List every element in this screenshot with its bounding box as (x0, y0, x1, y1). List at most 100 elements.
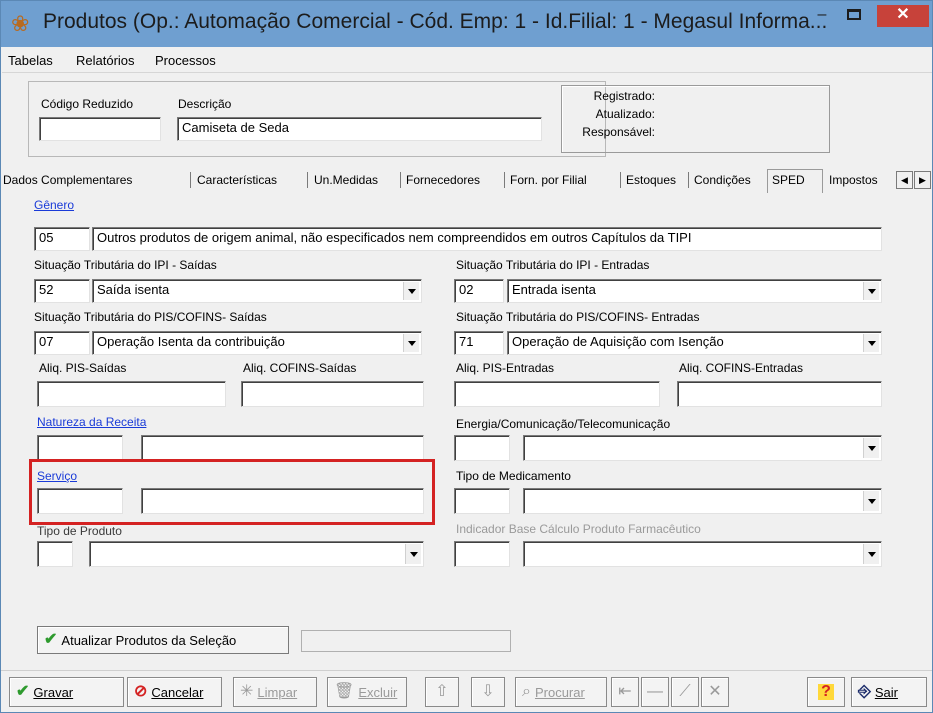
ipi-saidas-code-input[interactable]: 52 (34, 279, 90, 303)
app-leaf-icon: ❀ (11, 11, 30, 36)
ipi-entradas-label: Situação Tributária do IPI - Entradas (456, 258, 650, 272)
ipi-entradas-value: Entrada isenta (512, 282, 596, 297)
cancelar-button[interactable]: ⊘ Cancelar (127, 677, 222, 707)
genero-link[interactable]: Gênero (34, 198, 74, 212)
registrado-label: Registrado: (593, 89, 655, 103)
ipi-saidas-value: Saída isenta (97, 282, 170, 297)
tab-condicoes[interactable]: Condições (694, 173, 751, 187)
tab-fornecedores[interactable]: Fornecedores (406, 173, 480, 187)
tab-estoques[interactable]: Estoques (626, 173, 676, 187)
tab-separator (190, 172, 191, 188)
menu-tabelas[interactable]: Tabelas (8, 53, 53, 68)
natureza-receita-link[interactable]: Natureza da Receita (37, 415, 146, 429)
energia-label: Energia/Comunicação/Telecomunicação (456, 417, 671, 431)
search-icon: ⌕ (522, 683, 531, 700)
close-button[interactable]: ✕ (877, 5, 929, 27)
tab-caracteristicas[interactable]: Características (197, 173, 277, 187)
pis-saidas-select[interactable]: Operação Isenta da contribuição (92, 331, 422, 355)
aliq-cofins-entradas-label: Aliq. COFINS-Entradas (679, 361, 804, 375)
chevron-down-icon[interactable] (863, 491, 879, 511)
procurar-label: Procurar (534, 684, 585, 700)
tab-scroll-right-button[interactable]: ▶ (914, 171, 931, 189)
title-bar[interactable]: ❀ Produtos (Op.: Automação Comercial - C… (1, 1, 932, 47)
medicamento-select[interactable] (523, 488, 882, 514)
limpar-button[interactable]: ✳ Limpar (233, 677, 317, 707)
pis-entradas-code-input[interactable]: 71 (454, 331, 504, 355)
arrow-up-icon: ⇧ (435, 683, 449, 700)
chevron-down-icon[interactable] (863, 544, 879, 564)
minimize-button[interactable]: – (809, 5, 835, 27)
procurar-button[interactable]: ⌕ Procurar (515, 677, 607, 707)
bottom-toolbar: ✔ Gravar ⊘ Cancelar ✳ Limpar 🗑 Excluir ⇧… (1, 670, 932, 712)
ipi-entradas-select[interactable]: Entrada isenta (507, 279, 882, 303)
energia-code-input[interactable] (454, 435, 510, 461)
tab-separator (400, 172, 401, 188)
genero-desc-input[interactable]: Outros produtos de origem animal, não es… (92, 227, 882, 251)
descricao-input[interactable]: Camiseta de Seda (177, 117, 542, 141)
aliq-cofins-saidas-input[interactable] (241, 381, 424, 407)
tab-un-medidas[interactable]: Un.Medidas (314, 173, 378, 187)
genero-code-input[interactable]: 05 (34, 227, 90, 251)
gravar-button[interactable]: ✔ Gravar (9, 677, 124, 707)
excluir-button[interactable]: 🗑 Excluir (327, 677, 407, 707)
pis-saidas-code-input[interactable]: 07 (34, 331, 90, 355)
tab-sped[interactable]: SPED (767, 169, 823, 193)
tab-impostos[interactable]: Impostos (829, 173, 878, 187)
tab-strip: Dados Complementares Características Un.… (1, 169, 932, 193)
indicador-code-input[interactable] (454, 541, 510, 567)
chevron-down-icon[interactable] (405, 544, 421, 564)
tipo-produto-select[interactable] (89, 541, 424, 567)
line-button[interactable]: — (641, 677, 669, 707)
app-window: ❀ Produtos (Op.: Automação Comercial - C… (0, 0, 933, 713)
chevron-down-icon[interactable] (403, 282, 419, 300)
move-down-button[interactable]: ⇩ (471, 677, 505, 707)
window-title: Produtos (Op.: Automação Comercial - Cód… (43, 10, 828, 33)
aliq-pis-entradas-label: Aliq. PIS-Entradas (456, 361, 555, 375)
indicador-base-label: Indicador Base Cálculo Produto Farmacêut… (456, 522, 701, 536)
remove-button[interactable]: ✕ (701, 677, 729, 707)
natureza-desc-input[interactable] (141, 435, 424, 461)
menu-relatorios[interactable]: Relatórios (76, 53, 135, 68)
aliq-pis-saidas-label: Aliq. PIS-Saídas (39, 361, 127, 375)
aliq-pis-entradas-input[interactable] (454, 381, 660, 407)
chevron-down-icon[interactable] (403, 334, 419, 352)
pis-entradas-select[interactable]: Operação de Aquisição com Isenção (507, 331, 882, 355)
help-button[interactable]: ? (807, 677, 845, 707)
chevron-down-icon[interactable] (863, 334, 879, 352)
aliq-cofins-saidas-label: Aliq. COFINS-Saídas (243, 361, 357, 375)
energia-select[interactable] (523, 435, 882, 461)
menu-processos[interactable]: Processos (155, 53, 216, 68)
chart-button[interactable]: ⟋ (671, 677, 699, 707)
tab-scroll-left-button[interactable]: ◀ (896, 171, 913, 189)
maximize-icon (847, 9, 861, 20)
tab-forn-por-filial[interactable]: Forn. por Filial (510, 173, 587, 187)
pis-saidas-label: Situação Tributária do PIS/COFINS- Saída… (34, 310, 267, 324)
sair-button[interactable]: ⎆ Sair (851, 677, 927, 707)
move-up-button[interactable]: ⇧ (425, 677, 459, 707)
natureza-code-input[interactable] (37, 435, 123, 461)
atualizar-produtos-button[interactable]: ✔ Atualizar Produtos da Seleção (37, 626, 289, 654)
tab-dados-complementares[interactable]: Dados Complementares (3, 173, 132, 187)
trash-icon: 🗑 (334, 683, 355, 700)
ipi-saidas-label: Situação Tributária do IPI - Saídas (34, 258, 217, 272)
tipo-produto-code-input[interactable] (37, 541, 73, 567)
ipi-entradas-code-input[interactable]: 02 (454, 279, 504, 303)
codigo-reduzido-input[interactable] (39, 117, 161, 141)
tab-scroll: ◀ ▶ (896, 171, 932, 189)
chevron-down-icon[interactable] (863, 282, 879, 300)
tab-separator (307, 172, 308, 188)
aliq-cofins-entradas-input[interactable] (677, 381, 882, 407)
atualizado-label: Atualizado: (595, 107, 655, 121)
chevron-down-icon[interactable] (863, 438, 879, 458)
first-button[interactable]: ⇤ (611, 677, 639, 707)
tipo-produto-label: Tipo de Produto (37, 524, 122, 538)
medicamento-code-input[interactable] (454, 488, 510, 514)
maximize-button[interactable] (841, 5, 867, 27)
aliq-pis-saidas-input[interactable] (37, 381, 226, 407)
clear-icon: ✳ (240, 683, 254, 700)
pis-saidas-value: Operação Isenta da contribuição (97, 334, 285, 349)
atualizar-produtos-label: Atualizar Produtos da Seleção (61, 632, 237, 648)
indicador-select[interactable] (523, 541, 882, 567)
gravar-label: Gravar (33, 684, 74, 700)
ipi-saidas-select[interactable]: Saída isenta (92, 279, 422, 303)
